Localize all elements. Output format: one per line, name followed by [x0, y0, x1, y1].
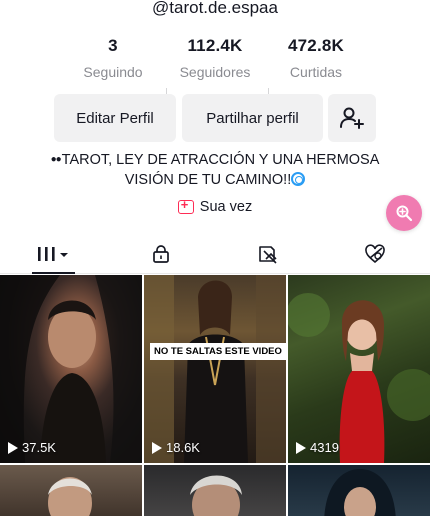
portrait-woman-black-dress-image — [144, 275, 286, 463]
portrait-elderly-man-image — [190, 475, 242, 516]
view-count-label: 4319 — [310, 440, 339, 455]
lock-icon — [152, 244, 169, 263]
eyes-emoji-icon: ●● — [50, 154, 62, 165]
tab-videos[interactable] — [0, 234, 107, 274]
view-count-label: 18.6K — [166, 440, 200, 455]
add-content-icon — [177, 197, 194, 214]
bio-line-2: VISIÓN DE TU CAMINO!! — [124, 172, 292, 188]
video-thumbnail[interactable] — [0, 465, 142, 516]
video-thumbnail[interactable]: 4319 — [288, 275, 430, 463]
profile-tabs — [0, 234, 430, 274]
video-thumbnail[interactable] — [144, 465, 286, 516]
stat-likes[interactable]: 472.8K Curtidas — [261, 36, 371, 80]
tab-liked[interactable] — [321, 234, 428, 273]
tab-private[interactable] — [107, 234, 214, 273]
edit-profile-button[interactable]: Editar Perfil — [54, 94, 176, 142]
add-friend-button[interactable] — [328, 94, 376, 142]
stat-followers-label: Seguidores — [179, 64, 251, 80]
person-add-icon — [340, 107, 364, 129]
video-thumbnail[interactable] — [288, 465, 430, 516]
stat-following[interactable]: 3 Seguindo — [58, 36, 168, 80]
profile-bio: ●●TAROT, LEY DE ATRACCIÓN Y UNA HERMOSA … — [20, 150, 410, 190]
zoom-fab-button[interactable] — [386, 195, 422, 231]
videos-grid-icon — [37, 246, 68, 261]
view-count: 37.5K — [8, 440, 56, 455]
your-turn-label: Sua vez — [199, 199, 253, 215]
portrait-hooded-woman-image — [324, 469, 396, 516]
stat-likes-label: Curtidas — [289, 64, 343, 80]
profile-handle: @tarot.de.espaa — [152, 0, 278, 17]
portrait-old-man-image — [48, 477, 92, 516]
profile-stats: 3 Seguindo 112.4K Seguidores 472.8K Curt… — [0, 36, 430, 102]
cyclone-emoji-icon — [291, 172, 306, 186]
stat-likes-value: 472.8K — [287, 36, 345, 55]
view-count: 18.6K — [152, 440, 200, 455]
stat-followers[interactable]: 112.4K Seguidores — [160, 36, 270, 80]
tab-reposts[interactable] — [214, 234, 321, 273]
repost-icon — [258, 245, 277, 264]
play-icon — [296, 441, 306, 454]
bio-line-1: TAROT, LEY DE ATRACCIÓN Y UNA HERMOSA — [61, 152, 380, 168]
portrait-woman-red-dress-image — [288, 293, 430, 463]
video-thumbnail[interactable]: 37.5K — [0, 275, 142, 463]
portrait-man-hooded-image — [0, 275, 142, 463]
stat-following-value: 3 — [108, 36, 118, 55]
share-profile-button[interactable]: Partilhar perfil — [182, 94, 323, 142]
magnifier-plus-icon — [396, 205, 413, 222]
liked-hidden-icon — [364, 243, 385, 263]
view-count-label: 37.5K — [22, 440, 56, 455]
stat-followers-value: 112.4K — [187, 36, 243, 55]
video-caption: NO TE SALTAS ESTE VIDEO — [150, 343, 286, 360]
active-tab-indicator — [32, 272, 75, 274]
play-icon — [8, 441, 18, 454]
video-thumbnail[interactable]: NO TE SALTAS ESTE VIDEO 18.6K — [144, 275, 286, 463]
play-icon — [152, 441, 162, 454]
view-count: 4319 — [296, 440, 339, 455]
your-turn-link[interactable]: Sua vez — [0, 197, 430, 215]
stat-following-label: Seguindo — [83, 64, 143, 80]
